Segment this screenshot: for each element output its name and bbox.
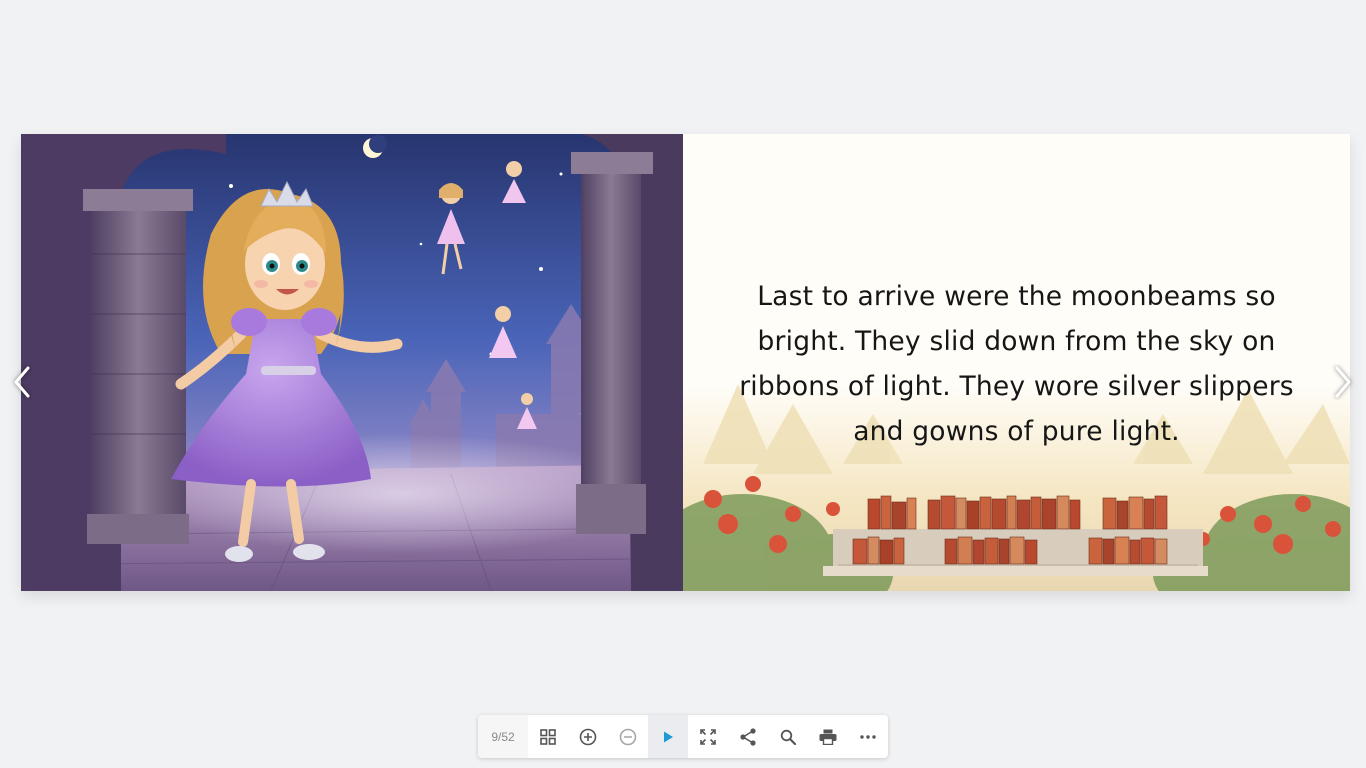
print-icon	[819, 729, 837, 745]
zoom-in-button[interactable]	[568, 715, 608, 758]
grid-icon	[540, 728, 556, 745]
previous-page-button[interactable]	[10, 364, 36, 400]
next-page-button[interactable]	[1329, 364, 1355, 400]
flipbook: Last to arrive were the moonbeams so bri…	[21, 134, 1350, 591]
chevron-right-icon	[1335, 366, 1351, 398]
chevron-left-icon	[14, 366, 30, 398]
viewer-toolbar: 9/52	[478, 715, 888, 758]
share-icon	[740, 727, 756, 746]
fullscreen-button[interactable]	[688, 715, 728, 758]
more-icon	[860, 734, 876, 739]
more-button[interactable]	[848, 715, 888, 758]
play-icon	[664, 731, 673, 742]
page-counter: 9/52	[478, 715, 528, 758]
search-button[interactable]	[768, 715, 808, 758]
illustration-page	[21, 134, 683, 591]
zoom-out-icon	[619, 728, 637, 745]
share-button[interactable]	[728, 715, 768, 758]
text-page: Last to arrive were the moonbeams so bri…	[683, 134, 1350, 591]
search-icon	[780, 729, 796, 745]
fullscreen-icon	[700, 728, 716, 745]
zoom-in-icon	[579, 728, 597, 745]
play-button[interactable]	[648, 715, 688, 758]
thumbnails-button[interactable]	[528, 715, 568, 758]
princess-illustration	[21, 134, 683, 591]
story-text: Last to arrive were the moonbeams so bri…	[739, 281, 1294, 447]
zoom-out-button[interactable]	[608, 715, 648, 758]
print-button[interactable]	[808, 715, 848, 758]
